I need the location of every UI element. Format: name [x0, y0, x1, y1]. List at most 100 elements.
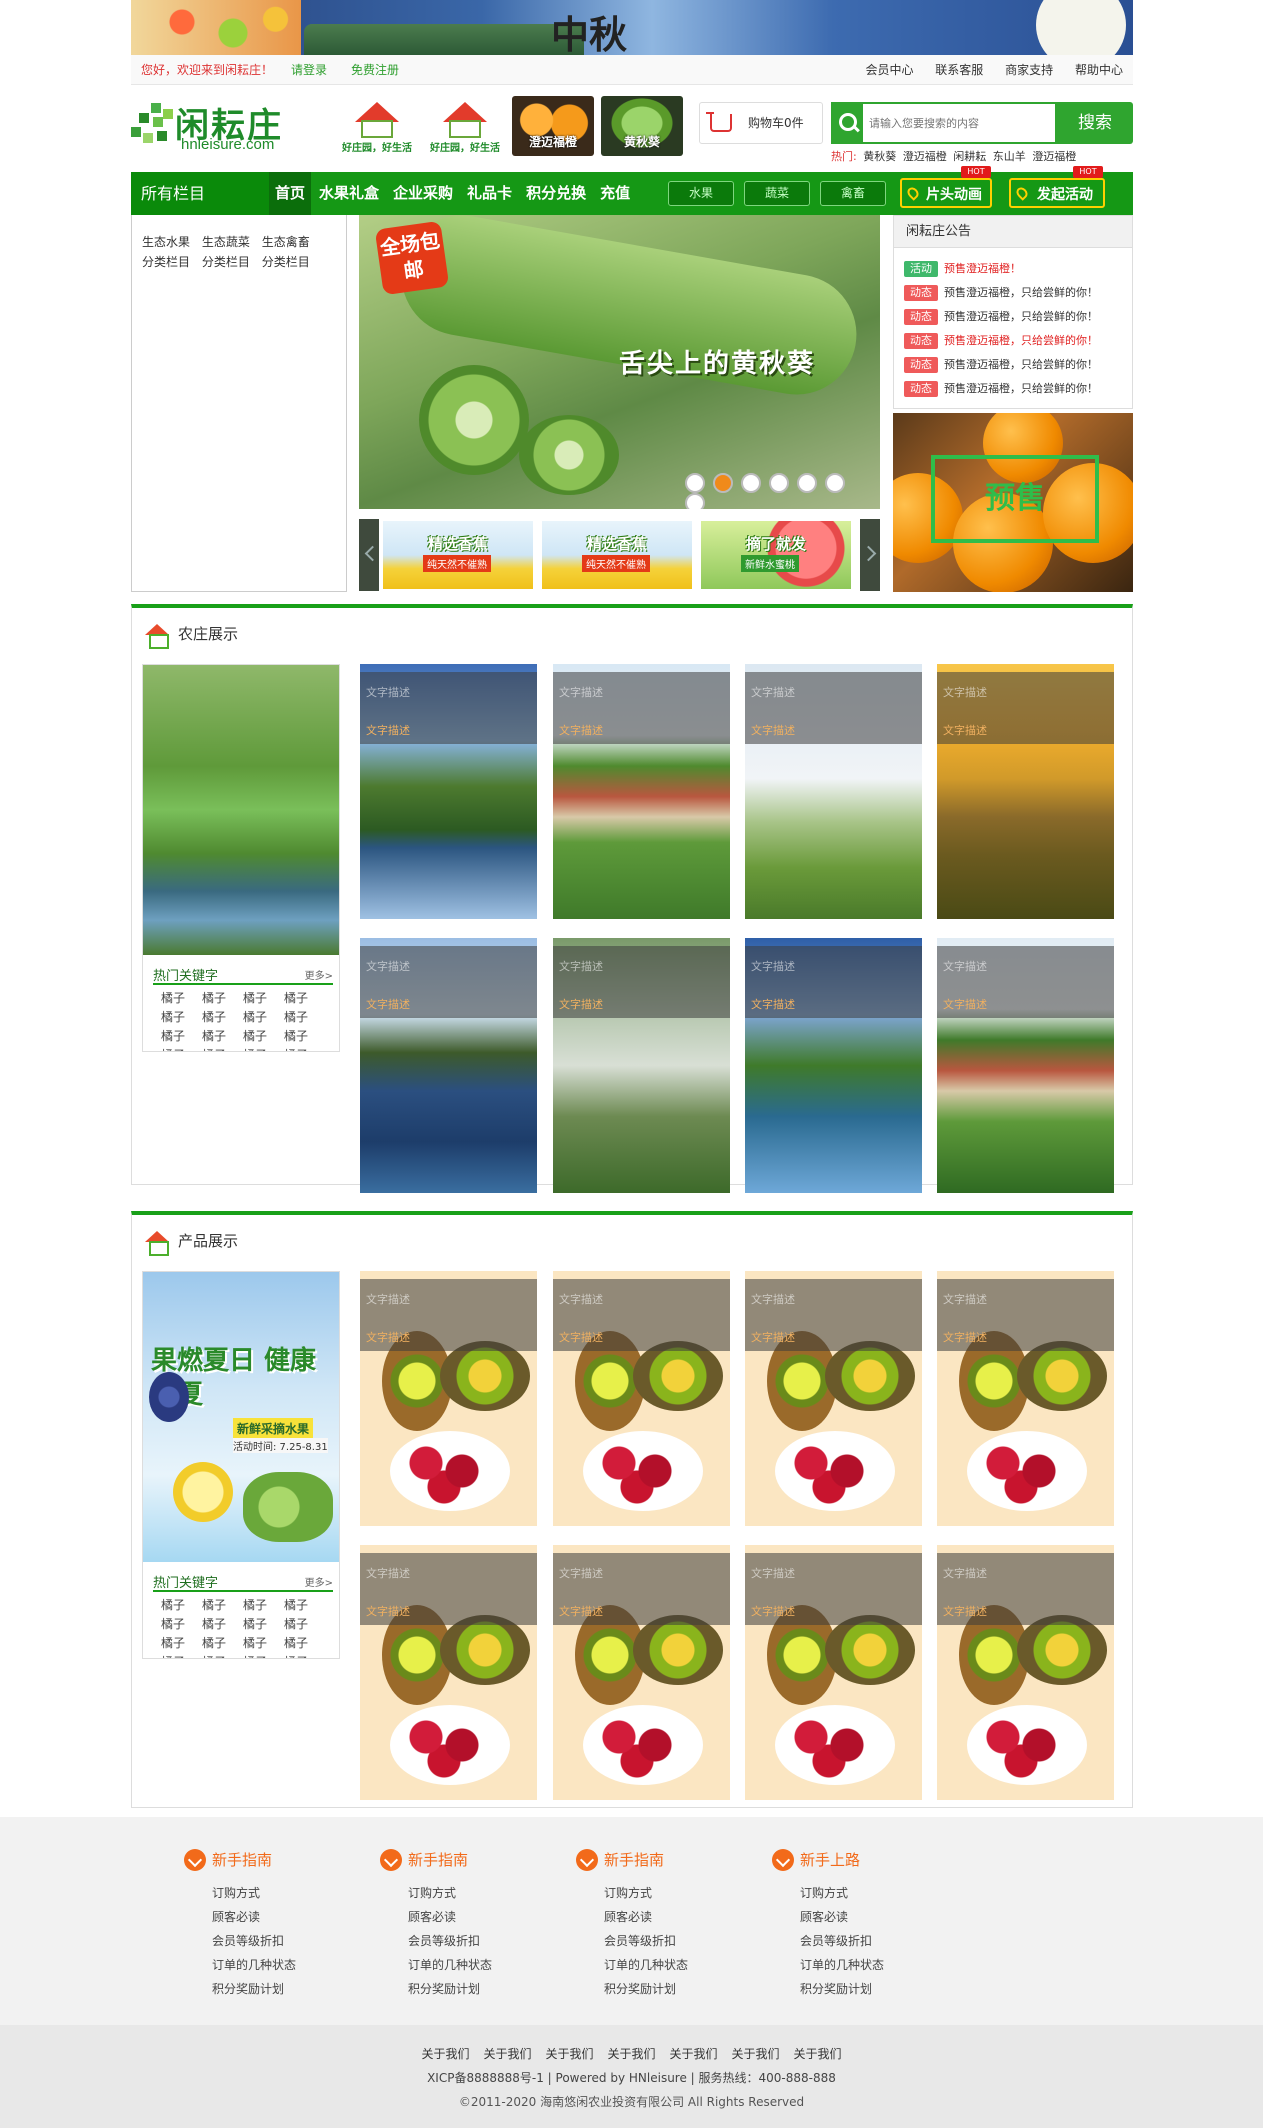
about-link[interactable]: 关于我们: [732, 2047, 780, 2061]
launch-activity-button[interactable]: 发起活动: [1009, 178, 1105, 208]
keyword-link[interactable]: 橘子: [284, 1596, 325, 1615]
footer-link[interactable]: 会员等级折扣: [212, 1929, 334, 1953]
footer-link[interactable]: 会员等级折扣: [604, 1929, 726, 1953]
slider-dot[interactable]: [685, 493, 705, 509]
keyword-link[interactable]: 橘子: [202, 1634, 243, 1653]
farm-card[interactable]: 文字描述 文字描述: [745, 938, 922, 1193]
intro-animation-button[interactable]: 片头动画: [900, 178, 992, 208]
category-link[interactable]: 生态水果: [142, 235, 190, 249]
category-link[interactable]: 分类栏目: [262, 255, 310, 269]
slider-dot[interactable]: [741, 473, 761, 493]
hot-keyword-link[interactable]: 闲耕耘: [953, 150, 986, 163]
products-card[interactable]: 文字描述 文字描述: [745, 1271, 922, 1526]
footer-link[interactable]: 订单的几种状态: [408, 1953, 530, 1977]
keyword-link[interactable]: 橘子: [161, 1027, 202, 1046]
top-banner[interactable]: 中秋: [131, 0, 1133, 55]
keyword-link[interactable]: 橘子: [161, 1653, 202, 1658]
footer-link[interactable]: 积分奖励计划: [212, 1977, 334, 2001]
keyword-link[interactable]: 橘子: [243, 1008, 284, 1027]
search-button[interactable]: 搜索: [1057, 102, 1133, 144]
footer-link[interactable]: 订购方式: [800, 1881, 922, 1905]
products-card[interactable]: 文字描述 文字描述: [745, 1545, 922, 1800]
thumb-next-button[interactable]: [860, 519, 880, 591]
estate-badge[interactable]: 好庄园，好生活: [337, 96, 417, 156]
help-center-link[interactable]: 帮助中心: [1075, 63, 1123, 77]
hot-keyword-link[interactable]: 澄迈福橙: [1032, 150, 1076, 163]
keyword-link[interactable]: 橘子: [243, 989, 284, 1008]
hot-keyword-link[interactable]: 澄迈福橙: [903, 150, 947, 163]
slider-dot[interactable]: [769, 473, 789, 493]
thumb-banana[interactable]: 精选香蕉 纯天然不催熟: [542, 521, 692, 589]
login-link[interactable]: 请登录: [291, 55, 327, 85]
product-feature-image[interactable]: 果燃夏日 健康一夏 新鲜采摘水果 活动时间: 7.25-8.31: [143, 1272, 339, 1562]
nav-item-recharge[interactable]: 充值: [594, 172, 636, 215]
notice-item[interactable]: 动态 预售澄迈福橙，只给尝鲜的你！: [904, 308, 1098, 326]
nav-item-enterprise[interactable]: 企业采购: [387, 172, 459, 215]
hot-keyword-link[interactable]: 黄秋葵: [863, 150, 896, 163]
nav-item-home[interactable]: 首页: [269, 172, 312, 215]
nav-item-fruit-gift[interactable]: 水果礼盒: [313, 172, 385, 215]
keyword-link[interactable]: 橘子: [202, 1653, 243, 1658]
product-badge-orange[interactable]: 澄迈福橙: [512, 96, 594, 156]
keyword-link[interactable]: 橘子: [284, 1046, 325, 1051]
footer-link[interactable]: 会员等级折扣: [800, 1929, 922, 1953]
keyword-link[interactable]: 橘子: [243, 1027, 284, 1046]
cart-button[interactable]: 购物车0件: [699, 102, 823, 144]
keyword-link[interactable]: 橘子: [202, 1596, 243, 1615]
keyword-link[interactable]: 橘子: [243, 1615, 284, 1634]
nav-pill-fruit[interactable]: 水果: [668, 181, 734, 206]
merchant-support-link[interactable]: 商家支持: [1005, 63, 1053, 77]
keyword-link[interactable]: 橘子: [284, 989, 325, 1008]
keyword-link[interactable]: 橘子: [202, 989, 243, 1008]
products-card[interactable]: 文字描述 文字描述: [937, 1271, 1114, 1526]
footer-link[interactable]: 订单的几种状态: [212, 1953, 334, 1977]
products-card[interactable]: 文字描述 文字描述: [360, 1545, 537, 1800]
notice-item[interactable]: 动态 预售澄迈福橙，只给尝鲜的你！: [904, 380, 1098, 398]
farm-card[interactable]: 文字描述 文字描述: [360, 938, 537, 1193]
category-link[interactable]: 分类栏目: [202, 255, 250, 269]
slider-dot[interactable]: [825, 473, 845, 493]
keyword-link[interactable]: 橘子: [243, 1653, 284, 1658]
keyword-link[interactable]: 橘子: [284, 1008, 325, 1027]
keyword-link[interactable]: 橘子: [161, 1596, 202, 1615]
products-card[interactable]: 文字描述 文字描述: [937, 1545, 1114, 1800]
category-link[interactable]: 分类栏目: [142, 255, 190, 269]
notice-item[interactable]: 活动 预售澄迈福橙！: [904, 260, 1021, 278]
keyword-link[interactable]: 橘子: [161, 1634, 202, 1653]
notice-item[interactable]: 动态 预售澄迈福橙，只给尝鲜的你！: [904, 356, 1098, 374]
about-link[interactable]: 关于我们: [421, 2047, 469, 2061]
notice-item[interactable]: 动态 预售澄迈福橙，只给尝鲜的你！: [904, 332, 1098, 350]
keyword-link[interactable]: 橘子: [161, 1008, 202, 1027]
search-input[interactable]: [863, 104, 1055, 142]
keywords-more-link[interactable]: 更多>: [305, 1574, 333, 1589]
footer-link[interactable]: 订购方式: [212, 1881, 334, 1905]
keyword-link[interactable]: 橘子: [161, 1615, 202, 1634]
category-link[interactable]: 生态蔬菜: [202, 235, 250, 249]
keyword-link[interactable]: 橘子: [243, 1046, 284, 1051]
presale-banner[interactable]: 预售: [893, 413, 1133, 592]
farm-card[interactable]: 文字描述 文字描述: [553, 938, 730, 1193]
footer-link[interactable]: 顾客必读: [212, 1905, 334, 1929]
footer-link[interactable]: 顾客必读: [408, 1905, 530, 1929]
footer-link[interactable]: 会员等级折扣: [408, 1929, 530, 1953]
farm-feature-image[interactable]: [143, 665, 339, 955]
keyword-link[interactable]: 橘子: [243, 1634, 284, 1653]
estate-badge[interactable]: 好庄园，好生活: [425, 96, 505, 156]
products-card[interactable]: 文字描述 文字描述: [553, 1271, 730, 1526]
register-link[interactable]: 免费注册: [351, 55, 399, 85]
hot-keyword-link[interactable]: 东山羊: [993, 150, 1026, 163]
keyword-link[interactable]: 橘子: [161, 989, 202, 1008]
about-link[interactable]: 关于我们: [483, 2047, 531, 2061]
footer-link[interactable]: 顾客必读: [800, 1905, 922, 1929]
footer-link[interactable]: 顾客必读: [604, 1905, 726, 1929]
farm-card[interactable]: 文字描述 文字描述: [745, 664, 922, 919]
category-link[interactable]: 生态禽畜: [262, 235, 310, 249]
slider-dot[interactable]: [713, 473, 733, 493]
keyword-link[interactable]: 橘子: [202, 1027, 243, 1046]
nav-pill-livestock[interactable]: 禽畜: [820, 181, 886, 206]
keyword-link[interactable]: 橘子: [202, 1615, 243, 1634]
farm-card[interactable]: 文字描述 文字描述: [937, 938, 1114, 1193]
keyword-link[interactable]: 橘子: [284, 1634, 325, 1653]
nav-item-gift-card[interactable]: 礼品卡: [461, 172, 518, 215]
footer-link[interactable]: 订单的几种状态: [800, 1953, 922, 1977]
